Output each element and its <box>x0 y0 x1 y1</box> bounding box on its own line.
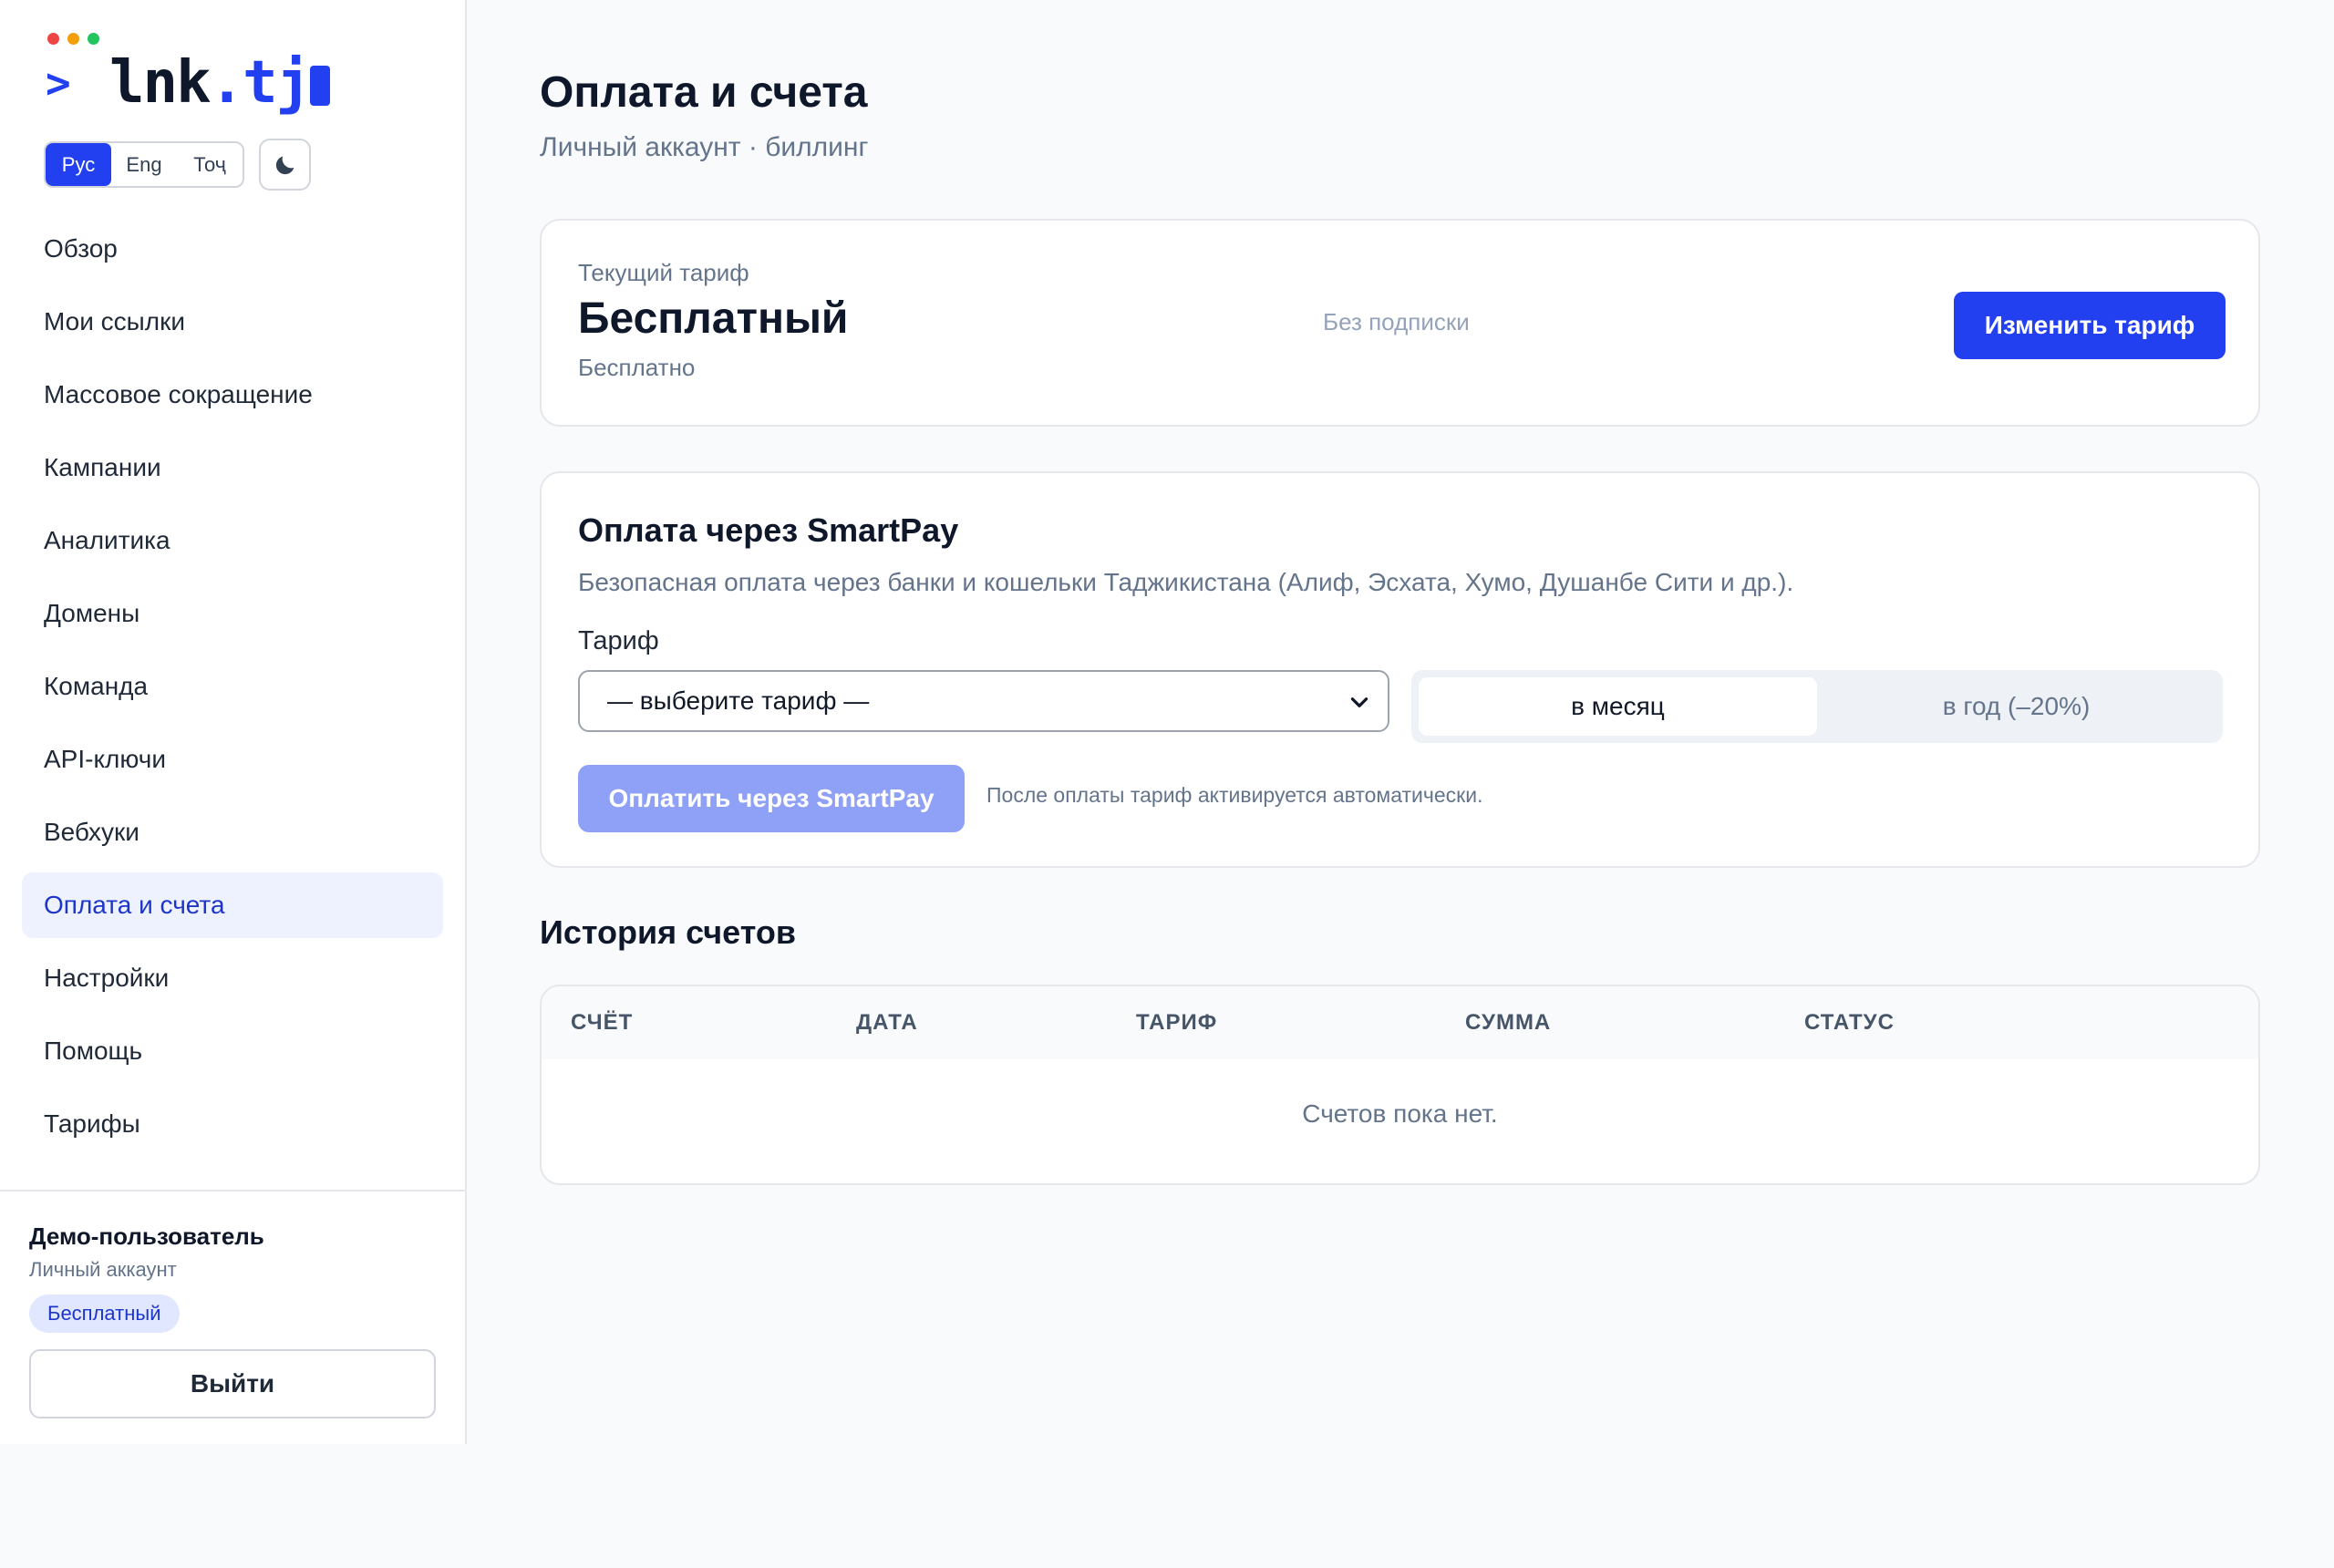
billing-period-toggle: в месяц в год (–20%) <box>1411 670 2223 743</box>
language-switcher: Рус Eng Тоҷ <box>44 141 244 188</box>
chevron-down-icon <box>1350 697 1368 707</box>
subscription-status: Без подписки <box>1323 308 1470 335</box>
plan-select[interactable]: — выберите тариф — <box>578 670 1389 732</box>
period-yearly-option[interactable]: в год (–20%) <box>1817 677 2215 736</box>
nav-item-overview[interactable]: Обзор <box>22 216 443 282</box>
smartpay-description: Безопасная оплата через банки и кошельки… <box>578 568 1794 596</box>
nav-item-settings[interactable]: Настройки <box>22 945 443 1011</box>
column-plan[interactable]: ТАРИФ <box>1136 986 1217 1059</box>
plan-badge: Бесплатный <box>29 1295 180 1333</box>
logo-text: lnk.tj <box>109 49 311 117</box>
dot-red <box>47 33 59 45</box>
nav-item-billing[interactable]: Оплата и счета <box>22 872 443 938</box>
nav-item-bulk-shorten[interactable]: Массовое сокращение <box>22 362 443 428</box>
plan-field-label: Тариф <box>578 626 659 655</box>
dot-green <box>88 33 99 45</box>
column-status[interactable]: СТАТУС <box>1804 986 1895 1059</box>
change-plan-button[interactable]: Изменить тариф <box>1954 292 2226 359</box>
period-monthly-option[interactable]: в месяц <box>1419 677 1817 736</box>
window-dots <box>47 33 99 45</box>
nav-item-api-keys[interactable]: API-ключи <box>22 727 443 792</box>
pay-smartpay-button[interactable]: Оплатить через SmartPay <box>578 765 965 832</box>
nav-item-pricing[interactable]: Тарифы <box>22 1091 443 1157</box>
invoice-history-title: История счетов <box>540 913 796 951</box>
page-subtitle: Личный аккаунт · биллинг <box>540 132 869 162</box>
nav-item-help[interactable]: Помощь <box>22 1018 443 1084</box>
sidebar: > lnk.tj Рус Eng Тоҷ Обзор Мои ссылки Ма… <box>0 0 467 1444</box>
column-invoice[interactable]: СЧЁТ <box>571 986 633 1059</box>
nav-item-campaigns[interactable]: Кампании <box>22 435 443 500</box>
logo-cursor <box>310 66 330 106</box>
current-plan-name: Бесплатный <box>578 294 849 343</box>
nav-item-team[interactable]: Команда <box>22 654 443 719</box>
page-title: Оплата и счета <box>540 68 868 117</box>
logo-prompt: > <box>46 58 71 108</box>
current-plan-price: Бесплатно <box>578 354 696 381</box>
sidebar-nav: Обзор Мои ссылки Массовое сокращение Кам… <box>22 216 443 1164</box>
logo[interactable]: > lnk.tj <box>46 31 346 119</box>
table-header: СЧЁТ ДАТА ТАРИФ СУММА СТАТУС <box>542 986 2258 1059</box>
dot-yellow <box>67 33 79 45</box>
moon-icon <box>275 156 294 174</box>
nav-item-analytics[interactable]: Аналитика <box>22 508 443 573</box>
nav-item-webhooks[interactable]: Вебхуки <box>22 799 443 865</box>
current-plan-label: Текущий тариф <box>578 259 749 286</box>
user-name: Демо-пользователь <box>29 1222 264 1250</box>
nav-item-domains[interactable]: Домены <box>22 581 443 646</box>
pay-note: После оплаты тариф активируется автомати… <box>986 783 1483 807</box>
smartpay-title: Оплата через SmartPay <box>578 511 959 549</box>
column-date[interactable]: ДАТА <box>856 986 918 1059</box>
user-block: Демо-пользователь Личный аккаунт Бесплат… <box>0 1190 465 1444</box>
lang-ru[interactable]: Рус <box>46 143 111 186</box>
current-plan-card: Текущий тариф Бесплатный Бесплатно Без п… <box>540 219 2260 427</box>
empty-state: Счетов пока нет. <box>1302 1099 1498 1128</box>
theme-toggle-button[interactable] <box>259 139 311 191</box>
lang-en[interactable]: Eng <box>111 143 177 186</box>
smartpay-card: Оплата через SmartPay Безопасная оплата … <box>540 471 2260 868</box>
column-amount[interactable]: СУММА <box>1465 986 1551 1059</box>
plan-select-value: — выберите тариф — <box>607 686 870 715</box>
lang-tg[interactable]: Тоҷ <box>177 143 243 186</box>
invoice-table: СЧЁТ ДАТА ТАРИФ СУММА СТАТУС Счетов пока… <box>540 985 2260 1185</box>
user-account-type: Личный аккаунт <box>29 1258 177 1281</box>
nav-item-my-links[interactable]: Мои ссылки <box>22 289 443 355</box>
logout-button[interactable]: Выйти <box>29 1349 436 1418</box>
